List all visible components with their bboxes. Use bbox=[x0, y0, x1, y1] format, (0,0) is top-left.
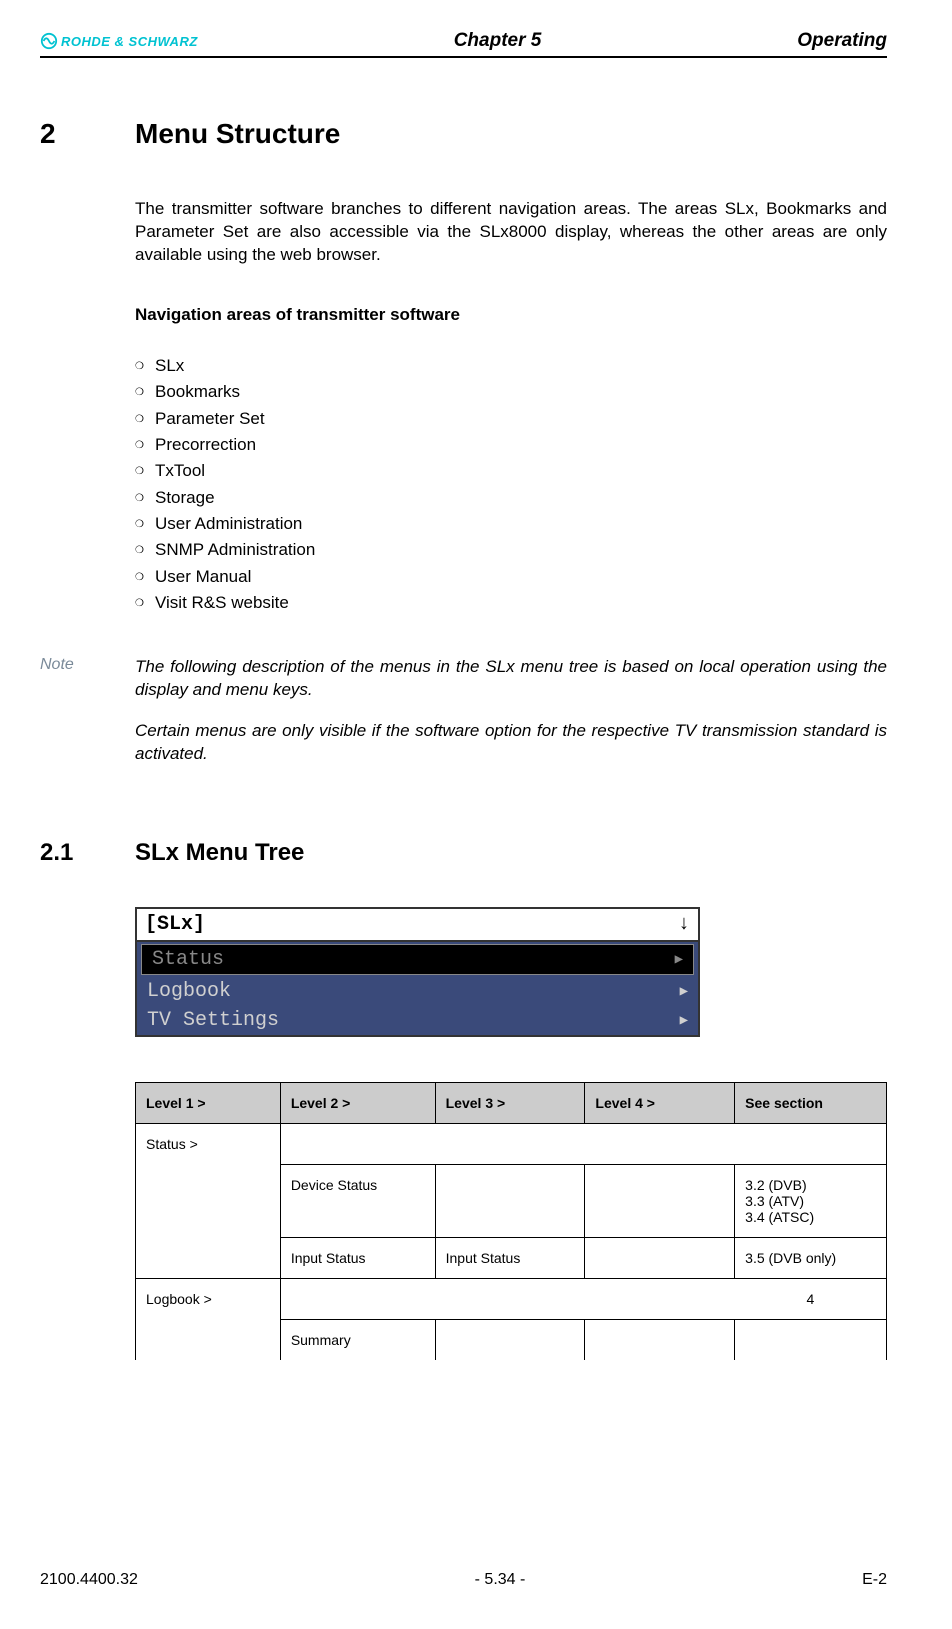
list-item: SNMP Administration bbox=[135, 537, 887, 563]
page-footer: 2100.4400.32 - 5.34 - E-2 bbox=[40, 1571, 887, 1589]
cell-empty bbox=[585, 1237, 735, 1278]
cell-empty bbox=[136, 1319, 281, 1360]
subsection-title: SLx Menu Tree bbox=[135, 839, 304, 867]
cell-section-3-5: 3.5 (DVB only) bbox=[735, 1237, 887, 1278]
note-paragraph-2: Certain menus are only visible if the so… bbox=[135, 720, 887, 766]
cell-line: 3.3 (ATV) bbox=[745, 1193, 876, 1209]
note-block: Note The following description of the me… bbox=[40, 656, 887, 766]
list-item: TxTool bbox=[135, 458, 887, 484]
cell-section-4: 4 bbox=[735, 1278, 887, 1319]
device-title-row: [SLx] ↓ bbox=[137, 909, 698, 942]
nav-areas-list: SLx Bookmarks Parameter Set Precorrectio… bbox=[135, 353, 887, 616]
menu-tree-table: Level 1 > Level 2 > Level 3 > Level 4 > … bbox=[135, 1082, 887, 1360]
down-arrow-icon: ↓ bbox=[678, 913, 690, 936]
cell-device-status: Device Status bbox=[280, 1164, 435, 1237]
col-level4: Level 4 > bbox=[585, 1083, 735, 1124]
device-title: [SLx] bbox=[145, 913, 205, 936]
cell-empty bbox=[735, 1319, 887, 1360]
footer-right: E-2 bbox=[862, 1571, 887, 1589]
table-row: Device Status 3.2 (DVB) 3.3 (ATV) 3.4 (A… bbox=[136, 1164, 887, 1237]
cell-status: Status > bbox=[136, 1124, 281, 1165]
list-item: User Manual bbox=[135, 564, 887, 590]
list-item: Precorrection bbox=[135, 432, 887, 458]
col-level3: Level 3 > bbox=[435, 1083, 585, 1124]
cell-sections: 3.2 (DVB) 3.3 (ATV) 3.4 (ATSC) bbox=[735, 1164, 887, 1237]
col-level2: Level 2 > bbox=[280, 1083, 435, 1124]
intro-paragraph: The transmitter software branches to dif… bbox=[135, 198, 887, 267]
cell-empty bbox=[136, 1237, 281, 1278]
nav-areas-heading: Navigation areas of transmitter software bbox=[135, 305, 887, 325]
col-level1: Level 1 > bbox=[136, 1083, 281, 1124]
chevron-right-icon: ▶ bbox=[680, 983, 688, 1000]
device-menu-label: Logbook bbox=[147, 980, 231, 1003]
section-heading: 2 Menu Structure bbox=[40, 118, 887, 150]
footer-left: 2100.4400.32 bbox=[40, 1571, 138, 1589]
note-paragraph-1: The following description of the menus i… bbox=[135, 656, 887, 702]
list-item: Parameter Set bbox=[135, 406, 887, 432]
list-item: SLx bbox=[135, 353, 887, 379]
list-item: User Administration bbox=[135, 511, 887, 537]
brand-text: ROHDE & SCHWARZ bbox=[61, 34, 198, 49]
cell-empty bbox=[136, 1164, 281, 1237]
device-menu-tvsettings[interactable]: TV Settings ▶ bbox=[137, 1006, 698, 1035]
cell-summary: Summary bbox=[280, 1319, 435, 1360]
note-label: Note bbox=[40, 656, 135, 766]
cell-empty bbox=[280, 1124, 886, 1165]
cell-input-status-l3: Input Status bbox=[435, 1237, 585, 1278]
list-item: Storage bbox=[135, 485, 887, 511]
table-row: Logbook > 4 bbox=[136, 1278, 887, 1319]
brand-logo: ROHDE & SCHWARZ bbox=[40, 32, 198, 50]
table-row: Input Status Input Status 3.5 (DVB only) bbox=[136, 1237, 887, 1278]
table-header-row: Level 1 > Level 2 > Level 3 > Level 4 > … bbox=[136, 1083, 887, 1124]
section-number: 2 bbox=[40, 118, 135, 150]
table-row: Summary bbox=[136, 1319, 887, 1360]
cell-empty bbox=[435, 1319, 585, 1360]
device-display: [SLx] ↓ Status ▶ Logbook ▶ TV Settings ▶ bbox=[135, 907, 700, 1037]
chevron-right-icon: ▶ bbox=[675, 951, 683, 968]
list-item: Bookmarks bbox=[135, 379, 887, 405]
device-menu-label: TV Settings bbox=[147, 1009, 279, 1032]
device-menu-label: Status bbox=[152, 948, 224, 971]
cell-empty bbox=[585, 1164, 735, 1237]
table-row: Status > bbox=[136, 1124, 887, 1165]
brand-icon bbox=[40, 32, 58, 50]
device-menu-logbook[interactable]: Logbook ▶ bbox=[137, 977, 698, 1006]
list-item: Visit R&S website bbox=[135, 590, 887, 616]
cell-empty bbox=[435, 1164, 585, 1237]
cell-empty bbox=[585, 1319, 735, 1360]
cell-line: 3.4 (ATSC) bbox=[745, 1209, 876, 1225]
cell-line: 3.2 (DVB) bbox=[745, 1177, 876, 1193]
device-menu-status[interactable]: Status ▶ bbox=[141, 944, 694, 975]
subsection-number: 2.1 bbox=[40, 839, 135, 867]
page-header: ROHDE & SCHWARZ Chapter 5 Operating bbox=[40, 30, 887, 58]
header-right: Operating bbox=[797, 30, 887, 52]
subsection-heading: 2.1 SLx Menu Tree bbox=[40, 839, 887, 867]
cell-logbook: Logbook > bbox=[136, 1278, 281, 1319]
cell-input-status-l2: Input Status bbox=[280, 1237, 435, 1278]
cell-empty bbox=[280, 1278, 734, 1319]
chevron-right-icon: ▶ bbox=[680, 1012, 688, 1029]
chapter-label: Chapter 5 bbox=[454, 30, 542, 52]
footer-center: - 5.34 - bbox=[475, 1571, 526, 1589]
section-title: Menu Structure bbox=[135, 118, 340, 150]
col-see-section: See section bbox=[735, 1083, 887, 1124]
